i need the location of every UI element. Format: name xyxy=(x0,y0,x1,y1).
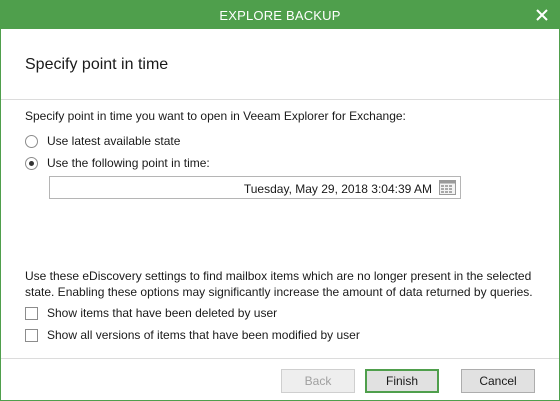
checkbox-row-versions[interactable]: Show all versions of items that have bee… xyxy=(25,327,360,343)
radio-label-latest: Use latest available state xyxy=(47,134,181,148)
title-bar[interactable]: EXPLORE BACKUP xyxy=(1,1,559,29)
calendar-icon[interactable] xyxy=(439,180,456,195)
cancel-button[interactable]: Cancel xyxy=(461,369,535,393)
checkbox-label-deleted: Show items that have been deleted by use… xyxy=(47,306,278,320)
datetime-value: Tuesday, May 29, 2018 3:04:39 AM xyxy=(243,182,432,196)
dialog-content: Specify point in time you want to open i… xyxy=(1,100,559,358)
back-button[interactable]: Back xyxy=(281,369,355,393)
radio-label-point-in-time: Use the following point in time: xyxy=(47,156,210,170)
page-title: Specify point in time xyxy=(25,56,169,73)
instruction-text: Specify point in time you want to open i… xyxy=(25,109,406,123)
window-title: EXPLORE BACKUP xyxy=(219,8,341,23)
finish-button[interactable]: Finish xyxy=(365,369,439,393)
close-icon xyxy=(536,9,548,21)
close-button[interactable] xyxy=(529,3,555,27)
radio-latest-state[interactable]: Use latest available state xyxy=(25,133,180,149)
checkbox-show-deleted[interactable] xyxy=(25,306,38,320)
datetime-picker[interactable]: Tuesday, May 29, 2018 3:04:39 AM xyxy=(49,176,461,199)
checkbox-show-versions[interactable] xyxy=(25,328,38,342)
radio-button-point-in-time[interactable] xyxy=(25,156,38,170)
radio-point-in-time[interactable]: Use the following point in time: xyxy=(25,155,210,171)
checkbox-label-versions: Show all versions of items that have bee… xyxy=(47,328,360,342)
radio-button-latest[interactable] xyxy=(25,134,38,148)
dialog-header: Specify point in time xyxy=(1,29,559,100)
checkbox-row-deleted[interactable]: Show items that have been deleted by use… xyxy=(25,305,277,321)
explore-backup-dialog: EXPLORE BACKUP Specify point in time Spe… xyxy=(0,0,560,401)
ediscovery-info-text: Use these eDiscovery settings to find ma… xyxy=(25,269,533,299)
dialog-footer: Back Finish Cancel xyxy=(1,358,559,400)
